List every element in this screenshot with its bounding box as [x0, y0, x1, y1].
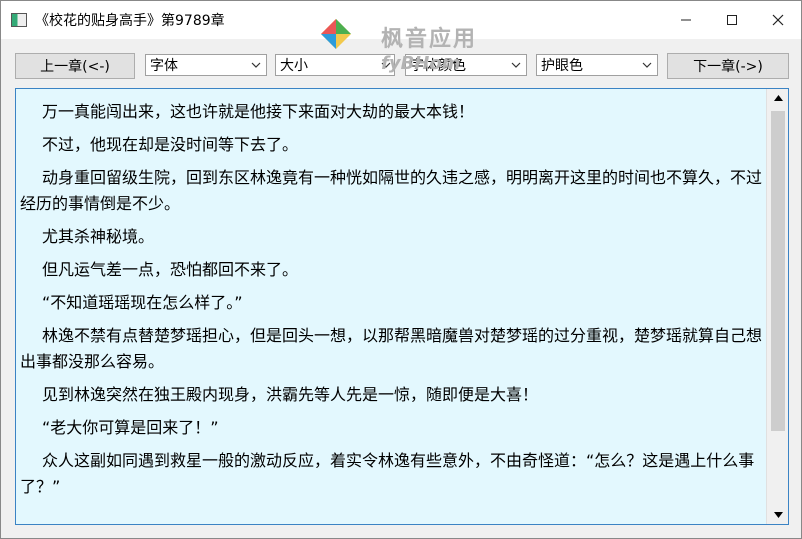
chapter-content[interactable]: 万一真能闯出来，这也许就是他接下来面对大劫的最大本钱！ 不过，他现在却是没时间等… — [15, 88, 789, 525]
chevron-down-icon — [511, 62, 521, 68]
eye-care-color-select-value: 护眼色 — [541, 58, 583, 74]
reader-window: 《校花的贴身高手》第9789章 上一章(<-) 字体 大小 字体颜色 护眼色 下… — [0, 0, 802, 539]
scroll-down-button[interactable] — [767, 506, 788, 524]
maximize-icon — [727, 15, 737, 25]
close-icon — [772, 14, 784, 26]
scroll-up-button[interactable] — [767, 89, 788, 107]
triangle-down-icon — [773, 512, 783, 518]
chevron-down-icon — [642, 62, 652, 68]
paragraph: 众人这副如同遇到救星一般的激动反应，着实令林逸有些意外，不由奇怪道：“怎么？这是… — [20, 451, 755, 496]
paragraph: 动身重回留级生院，回到东区林逸竟有一种恍如隔世的久违之感，明明离开这里的时间也不… — [20, 168, 763, 213]
next-chapter-button[interactable]: 下一章(->) — [667, 53, 789, 79]
paragraph: 林逸不禁有点替楚梦瑶担心，但是回头一想，以那帮黑暗魔兽对楚梦瑶的过分重视，楚梦瑶… — [20, 326, 763, 371]
chevron-down-icon — [251, 62, 261, 68]
paragraph: “老大你可算是回来了！” — [42, 418, 219, 437]
chevron-down-icon — [381, 62, 391, 68]
paragraph: 万一真能闯出来，这也许就是他接下来面对大劫的最大本钱！ — [42, 102, 475, 121]
title-bar[interactable]: 《校花的贴身高手》第9789章 — [1, 1, 801, 39]
font-color-select-value: 字体颜色 — [410, 58, 466, 74]
chapter-text: 万一真能闯出来，这也许就是他接下来面对大劫的最大本钱！ 不过，他现在却是没时间等… — [16, 89, 766, 524]
window-controls — [663, 1, 801, 39]
paragraph: 尤其杀神秘境。 — [42, 227, 155, 246]
close-button[interactable] — [755, 1, 801, 39]
eye-care-color-select[interactable]: 护眼色 — [536, 54, 658, 76]
font-select-value: 字体 — [150, 58, 178, 74]
window-title: 《校花的贴身高手》第9789章 — [35, 13, 225, 29]
vertical-scrollbar[interactable] — [766, 89, 788, 524]
paragraph: 不过，他现在却是没时间等下去了。 — [42, 135, 299, 154]
toolbar: 上一章(<-) 字体 大小 字体颜色 护眼色 下一章(->) — [1, 49, 801, 83]
paragraph: 见到林逸突然在独王殿内现身，洪霸先等人先是一惊，随即便是大喜！ — [42, 385, 539, 404]
maximize-button[interactable] — [709, 1, 755, 39]
font-color-select[interactable]: 字体颜色 — [405, 54, 527, 76]
size-select-value: 大小 — [280, 58, 308, 74]
size-select[interactable]: 大小 — [275, 54, 395, 76]
prev-chapter-button[interactable]: 上一章(<-) — [15, 53, 135, 79]
scrollbar-thumb[interactable] — [771, 111, 785, 431]
paragraph: 但凡运气差一点，恐怕都回不来了。 — [42, 260, 299, 279]
minimize-button[interactable] — [663, 1, 709, 39]
minimize-icon — [681, 19, 691, 21]
font-select[interactable]: 字体 — [145, 54, 267, 76]
triangle-up-icon — [773, 95, 783, 101]
paragraph: “不知道瑶瑶现在怎么样了。” — [42, 293, 243, 312]
app-icon — [11, 13, 27, 27]
